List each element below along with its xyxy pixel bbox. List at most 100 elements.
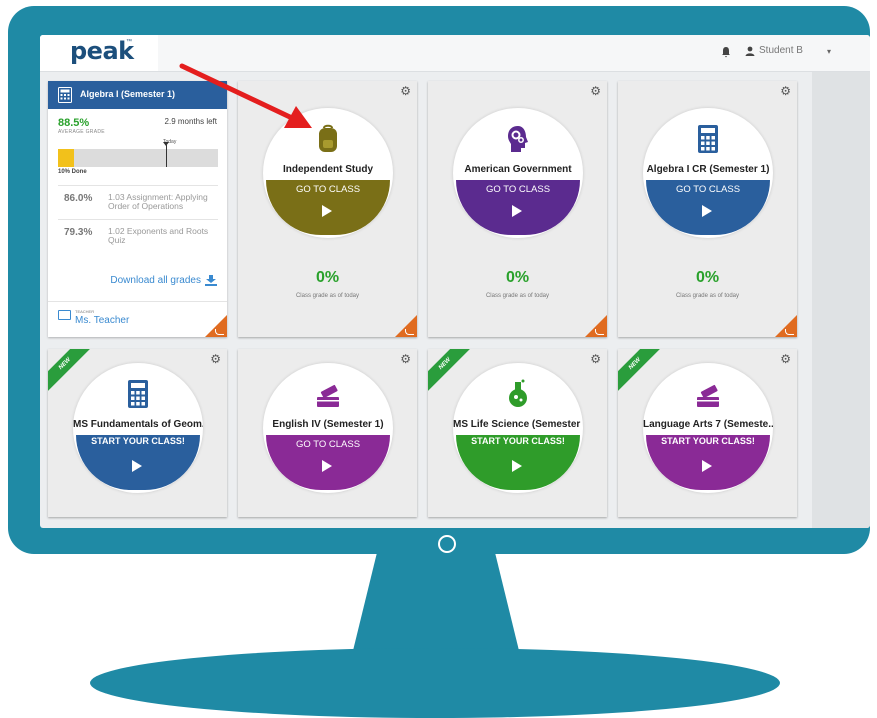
play-icon	[132, 460, 142, 472]
peak-logo[interactable]: peak ™	[40, 35, 158, 71]
class-grade: 0%	[315, 269, 340, 286]
gear-icon[interactable]: ⚙	[210, 353, 221, 365]
play-icon	[512, 460, 522, 472]
course-name: Independent Study	[283, 164, 373, 175]
go-to-class-button[interactable]: GO TO CLASS	[456, 180, 580, 235]
gear-icon[interactable]: ⚙	[400, 85, 411, 97]
mail-icon[interactable]	[58, 310, 71, 320]
monitor-frame: peak ™ Student B ▾ Algebra I (Semester 1)…	[8, 6, 870, 554]
assignment-grade: 86.0%	[64, 193, 93, 204]
course-tile[interactable]: NEW ⚙ MS Life Science (Semester 1) START…	[428, 349, 607, 517]
calculator-icon	[698, 125, 718, 153]
assignment-title[interactable]: 1.03 Assignment: Applying Order of Opera…	[108, 193, 220, 211]
action-label: GO TO CLASS	[485, 184, 551, 195]
play-icon	[322, 205, 332, 217]
start-class-button[interactable]: START YOUR CLASS!	[76, 435, 200, 490]
play-icon	[702, 205, 712, 217]
grade-card-title: Algebra I (Semester 1)	[80, 89, 176, 99]
gear-icon[interactable]: ⚙	[400, 353, 411, 365]
flip-arrow-icon	[595, 329, 604, 335]
start-class-button[interactable]: START YOUR CLASS!	[456, 435, 580, 490]
download-label: Download all grades	[110, 275, 201, 286]
divider	[58, 219, 218, 220]
go-to-class-button[interactable]: GO TO CLASS	[266, 180, 390, 235]
progress-bar	[58, 142, 218, 167]
user-menu[interactable]: Student B	[745, 45, 803, 56]
teacher-name-link[interactable]: Ms. Teacher	[75, 315, 129, 326]
course-circle[interactable]: Algebra I CR (Semester 1) GO TO CLASS	[643, 108, 773, 238]
gear-icon[interactable]: ⚙	[590, 353, 601, 365]
power-button-icon	[438, 535, 456, 553]
assignment-title[interactable]: 1.02 Exponents and Roots Quiz	[108, 227, 220, 245]
course-circle[interactable]: English IV (Semester 1) GO TO CLASS	[263, 363, 393, 493]
play-icon	[512, 205, 522, 217]
action-label: START YOUR CLASS!	[471, 436, 565, 446]
course-circle[interactable]: Language Arts 7 (Semeste... START YOUR C…	[643, 363, 773, 493]
user-icon	[745, 46, 755, 56]
course-name: Algebra I CR (Semester 1)	[646, 164, 770, 175]
app-screen: peak ™ Student B ▾ Algebra I (Semester 1)…	[40, 35, 870, 528]
course-name: English IV (Semester 1)	[272, 419, 384, 430]
divider	[48, 301, 227, 302]
course-tile[interactable]: ⚙ American Government GO TO CLASS 0% Cla…	[428, 81, 607, 337]
calculator-icon	[128, 380, 148, 408]
gears-head-icon	[508, 126, 528, 152]
action-label: GO TO CLASS	[295, 439, 361, 450]
flip-arrow-icon	[215, 329, 224, 335]
go-to-class-button[interactable]: GO TO CLASS	[266, 435, 390, 490]
average-grade-label: AVERAGE GRADE	[58, 129, 105, 135]
class-grade: 0%	[505, 269, 530, 286]
course-name: Language Arts 7 (Semeste...	[643, 419, 773, 430]
progress-bar-fill	[58, 149, 74, 167]
course-tile[interactable]: NEW ⚙ MS Fundamentals of Geom... START Y…	[48, 349, 227, 517]
action-label: GO TO CLASS	[675, 184, 741, 195]
gear-icon[interactable]: ⚙	[780, 85, 791, 97]
course-tile[interactable]: ⚙ Algebra I CR (Semester 1) GO TO CLASS …	[618, 81, 797, 337]
top-bar: peak ™ Student B ▾	[40, 35, 870, 72]
current-course-grade-card[interactable]: Algebra I (Semester 1) 88.5% AVERAGE GRA…	[48, 81, 227, 337]
teacher-label: TEACHER	[75, 309, 95, 314]
assignment-grade: 79.3%	[64, 227, 93, 238]
course-name: MS Fundamentals of Geom...	[73, 419, 203, 430]
start-class-button[interactable]: START YOUR CLASS!	[646, 435, 770, 490]
go-to-class-button[interactable]: GO TO CLASS	[646, 180, 770, 235]
grade-card-header[interactable]: Algebra I (Semester 1)	[48, 81, 227, 109]
side-panel	[812, 72, 870, 528]
play-icon	[702, 460, 712, 472]
flask-icon	[509, 379, 527, 407]
course-circle[interactable]: Independent Study GO TO CLASS	[263, 108, 393, 238]
class-grade: 0%	[695, 269, 720, 286]
books-icon	[697, 384, 719, 407]
class-grade-caption: Class grade as of today	[295, 293, 360, 299]
course-name: American Government	[464, 164, 572, 175]
download-icon	[205, 275, 217, 286]
course-circle[interactable]: American Government GO TO CLASS	[453, 108, 583, 238]
user-name: Student B	[759, 45, 803, 56]
flip-arrow-icon	[785, 329, 794, 335]
action-label: GO TO CLASS	[295, 184, 361, 195]
progress-done-label: 10% Done	[58, 169, 87, 175]
gear-icon[interactable]: ⚙	[590, 85, 601, 97]
course-circle[interactable]: MS Fundamentals of Geom... START YOUR CL…	[73, 363, 203, 493]
user-menu-caret-icon[interactable]: ▾	[827, 47, 831, 56]
flip-arrow-icon	[405, 329, 414, 335]
course-tile[interactable]: ⚙ Independent Study GO TO CLASS 0% Class…	[238, 81, 417, 337]
divider	[58, 185, 218, 186]
course-circle[interactable]: MS Life Science (Semester 1) START YOUR …	[453, 363, 583, 493]
class-grade-caption: Class grade as of today	[485, 293, 550, 299]
books-icon	[317, 384, 339, 407]
time-left: 2.9 months left	[164, 117, 217, 126]
action-label: START YOUR CLASS!	[91, 436, 185, 446]
action-label: START YOUR CLASS!	[661, 436, 755, 446]
today-marker	[163, 142, 169, 167]
gear-icon[interactable]: ⚙	[780, 353, 791, 365]
course-tile[interactable]: NEW ⚙ Language Arts 7 (Semeste... START …	[618, 349, 797, 517]
average-grade-value: 88.5%	[58, 117, 90, 129]
backpack-icon	[319, 124, 337, 152]
monitor-base	[90, 648, 780, 718]
download-all-grades-link[interactable]: Download all grades	[110, 275, 217, 286]
calculator-icon	[58, 87, 72, 103]
course-tile[interactable]: ⚙ English IV (Semester 1) GO TO CLASS	[238, 349, 417, 517]
notifications-bell-icon[interactable]	[720, 46, 732, 58]
play-icon	[322, 460, 332, 472]
